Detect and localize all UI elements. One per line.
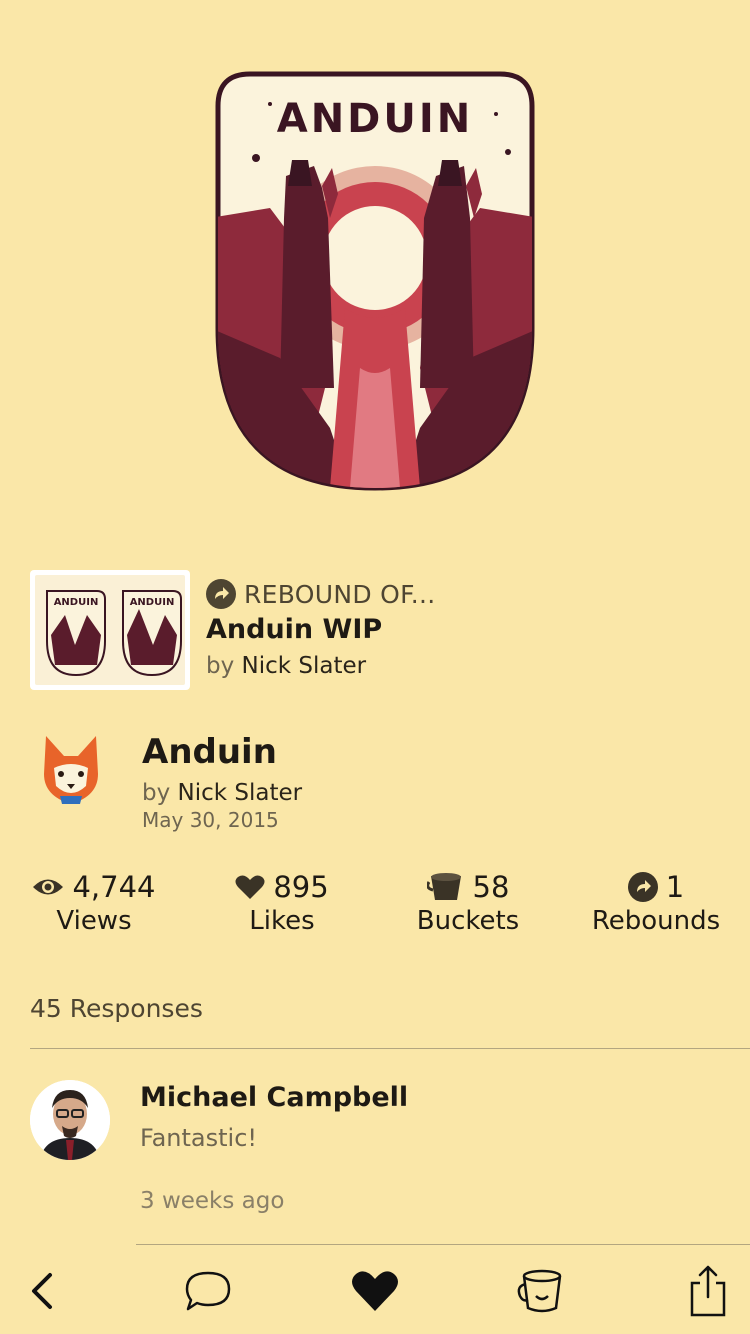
eye-icon [33, 879, 64, 895]
shot-author-link[interactable]: Nick Slater [178, 780, 303, 806]
comment-icon [185, 1271, 231, 1311]
stat-likes[interactable]: 895 Likes [188, 868, 376, 936]
back-icon [32, 1273, 52, 1309]
logo-wordmark: ANDUIN [277, 96, 473, 142]
comment-timestamp: 3 weeks ago [140, 1188, 285, 1214]
shot-byline: by Nick Slater [142, 780, 302, 806]
rebound-thumbnail-artwork: ANDUIN ANDUIN [46, 590, 182, 677]
heart-icon [235, 875, 265, 899]
stat-views-label: Views [56, 906, 132, 936]
bottom-toolbar [0, 1246, 750, 1334]
stat-rebounds[interactable]: 1 Rebounds [562, 868, 750, 936]
comment-body: Fantastic! [140, 1124, 258, 1152]
rebound-title[interactable]: Anduin WIP [206, 614, 382, 645]
author-avatar[interactable] [40, 734, 102, 806]
rebound-icon [627, 872, 658, 902]
commenter-avatar[interactable] [30, 1080, 110, 1160]
rebound-label-text: REBOUND OF... [244, 579, 436, 609]
stat-likes-value: 895 [273, 870, 329, 904]
heart-icon [352, 1271, 398, 1311]
comment-button[interactable] [178, 1264, 238, 1318]
stat-views[interactable]: 4,744 Views [0, 868, 188, 936]
shot-meta: Anduin by Nick Slater May 30, 2015 [30, 728, 730, 838]
divider [136, 1244, 750, 1245]
back-button[interactable] [12, 1264, 72, 1318]
comment-item[interactable]: Michael Campbell Fantastic! 3 weeks ago [30, 1078, 750, 1228]
thumb-label-left: ANDUIN [54, 597, 99, 608]
thumb-label-right: ANDUIN [130, 597, 175, 608]
shot-artwork[interactable]: ANDUIN [210, 68, 540, 494]
rebound-by-prefix: by [206, 653, 235, 679]
shot-date: May 30, 2015 [142, 808, 279, 832]
rebound-icon [206, 579, 236, 609]
share-button[interactable] [678, 1264, 738, 1318]
rebound-label: REBOUND OF... [206, 578, 436, 610]
bucket-icon [517, 1269, 562, 1313]
comment-author[interactable]: Michael Campbell [140, 1082, 408, 1113]
stat-likes-label: Likes [249, 906, 315, 936]
rebound-byline: by Nick Slater [206, 653, 366, 679]
bucket-button[interactable] [510, 1264, 570, 1318]
stat-views-value: 4,744 [72, 870, 156, 904]
rebound-author-link[interactable]: Nick Slater [242, 653, 367, 679]
rebound-thumbnail[interactable]: ANDUIN ANDUIN [30, 570, 190, 690]
stat-buckets-value: 58 [472, 870, 510, 904]
like-button[interactable] [345, 1264, 405, 1318]
divider [30, 1048, 750, 1049]
rebound-of-section[interactable]: ANDUIN ANDUIN REBOUND OF... Anduin WIP b… [30, 570, 730, 690]
share-icon [690, 1265, 726, 1317]
stats-row: 4,744 Views 895 Likes 58 Buckets 1 Rebou… [0, 868, 750, 948]
shot-by-prefix: by [142, 780, 171, 806]
stat-rebounds-label: Rebounds [591, 906, 721, 936]
stat-buckets-label: Buckets [416, 906, 520, 936]
responses-count: 45 Responses [30, 994, 203, 1023]
shot-title: Anduin [142, 732, 277, 772]
stat-buckets[interactable]: 58 Buckets [374, 868, 562, 936]
bucket-icon [426, 873, 461, 900]
stat-rebounds-value: 1 [665, 870, 685, 904]
